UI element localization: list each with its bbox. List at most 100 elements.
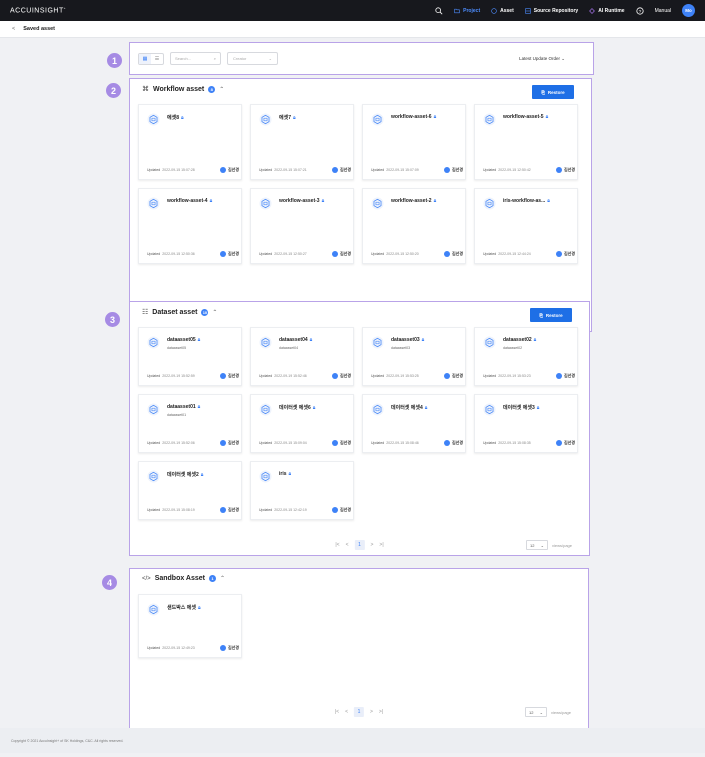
asset-type-icon [371,336,384,349]
folder-icon [454,8,460,13]
card-title[interactable]: 샌드박스 에셋 🔒︎ [167,604,201,611]
card-title[interactable]: dataasset05 🔒︎ [167,337,200,343]
asset-card[interactable]: dataasset05 🔒︎ dataasset05 Updated 2022-09-1… [138,327,242,386]
card-meta: Updated 2022-09-15 15:08:19 김선경 [147,507,239,513]
owner: 김선경 [555,373,575,379]
search-input[interactable]: Search... ⌕ [170,52,221,65]
svg-text:?: ? [638,8,641,14]
search-icon[interactable] [435,6,443,15]
restore-button[interactable]: ⎘ Restore [532,85,574,99]
help-icon[interactable]: ? [635,6,644,15]
owner-name: 김선경 [563,167,575,172]
card-title[interactable]: workflow-asset-3 🔒︎ [279,198,324,204]
owner-name: 김선경 [227,507,239,512]
updated-date: 2022-09-15 12:49:23 [162,646,195,650]
asset-card[interactable]: dataasset04 🔒︎ dataasset04 Updated 2022-09-1… [250,327,354,386]
updated-label: Updated [259,252,273,256]
card-title[interactable]: dataasset02 🔒︎ [503,337,536,343]
asset-card[interactable]: workflow-asset-5 🔒︎ Updated 2022-09-15 12:5… [474,104,578,180]
repository-icon [525,7,531,14]
updated-label: Updated [371,374,385,378]
asset-card[interactable]: iris 🔒︎ Updated 2022-09-15 12:42:19 김선경 [250,461,354,520]
per-page-select[interactable]: 12 ⌄ [524,707,547,717]
card-title[interactable]: workflow-asset-4 🔒︎ [167,198,212,204]
asset-card[interactable]: 데이터셋 에셋6 🔒︎ Updated 2022-09-15 15:09:04 김선경 [250,394,354,453]
owner: 김선경 [219,440,239,446]
current-page[interactable]: 1 [354,707,364,717]
card-title[interactable]: iris-workflow-as... 🔒︎ [503,198,550,204]
next-page-icon[interactable]: > [370,709,373,715]
card-title[interactable]: 데이터셋 에셋2 🔒︎ [167,471,203,478]
current-page[interactable]: 1 [354,540,365,550]
card-title[interactable]: iris 🔒︎ [279,471,291,477]
asset-card[interactable]: 데이터셋 에셋3 🔒︎ Updated 2022-09-15 15:08:35 김선경 [474,394,578,453]
sort-select[interactable]: Latest Update Order ⌄ [519,56,565,62]
nav-ai-runtime[interactable]: AI Runtime [589,8,625,14]
card-title[interactable]: 에셋7 🔒︎ [279,114,296,121]
asset-card[interactable]: 에셋8 🔒︎ Updated 2022-09-15 15:07:28 김선경 [138,104,242,180]
owner: 김선경 [331,167,351,173]
card-title[interactable]: 데이터셋 에셋6 🔒︎ [279,404,315,411]
app-logo[interactable]: ACCUINSIGHT+ [10,6,66,14]
card-meta: Updated 2022-09-15 12:50:42 김선경 [483,167,575,173]
creator-select[interactable]: Creator ⌄ [227,52,278,65]
card-title[interactable]: dataasset04 🔒︎ [279,337,312,343]
first-page-icon[interactable]: |< [335,542,339,548]
user-icon [331,507,338,513]
asset-card[interactable]: workflow-asset-2 🔒︎ Updated 2022-09-15 12:5… [362,188,466,264]
asset-card[interactable]: dataasset03 🔒︎ dataasset03 Updated 2022-09-1… [362,327,466,386]
asset-card[interactable]: dataasset02 🔒︎ dataasset02 Updated 2022-09-1… [474,327,578,386]
per-page-select[interactable]: 12 ⌄ [525,540,548,550]
nav-source-repository[interactable]: Source Repository [525,8,578,14]
card-title[interactable]: workflow-asset-5 🔒︎ [503,114,548,120]
asset-card[interactable]: workflow-asset-4 🔒︎ Updated 2022-09-15 12:5… [138,188,242,264]
grid-view-icon[interactable]: ▦ [139,53,151,64]
owner: 김선경 [331,251,351,257]
back-chevron-icon[interactable]: < [12,26,15,32]
chevron-down-icon: ⌄ [561,55,565,61]
card-meta: Updated 2022-09-19 15:52:06 김선경 [147,440,239,446]
logo-mark: + [63,6,66,11]
top-nav: Project Asset Source Repository AI Runti… [435,4,695,17]
last-page-icon[interactable]: >| [379,709,383,715]
card-title[interactable]: workflow-asset-2 🔒︎ [391,198,436,204]
asset-card[interactable]: iris-workflow-as... 🔒︎ Updated 2022-09-15 1… [474,188,578,264]
last-page-icon[interactable]: >| [379,542,383,548]
asset-card[interactable]: 샌드박스 에셋 🔒︎ Updated 2022-09-15 12:49:23 김선경 [138,594,242,658]
user-avatar[interactable]: Mo [682,4,695,17]
owner: 김선경 [331,440,351,446]
nav-asset[interactable]: Asset [491,8,514,14]
asset-card[interactable]: workflow-asset-6 🔒︎ Updated 2022-09-15 15:0… [362,104,466,180]
nav-project[interactable]: Project [454,8,480,14]
card-title[interactable]: workflow-asset-6 🔒︎ [391,114,436,120]
sort-label: Latest Update Order [519,55,560,61]
pagination: |< < 1 > >| 12 ⌄ views/page [130,540,589,552]
card-title[interactable]: 데이터셋 에셋3 🔒︎ [503,404,539,411]
prev-page-icon[interactable]: < [345,709,348,715]
updated-label: Updated [147,168,161,172]
card-subtitle: dataasset01 [167,413,187,417]
chevron-down-icon: ⌄ [539,709,543,715]
chevron-up-icon[interactable]: ⌃ [219,86,224,93]
card-title[interactable]: dataasset01 🔒︎ [167,404,200,410]
asset-card[interactable]: dataasset01 🔒︎ dataasset01 Updated 2022-09-1… [138,394,242,453]
owner-name: 김선경 [339,507,351,512]
asset-card[interactable]: 데이터셋 에셋2 🔒︎ Updated 2022-09-15 15:08:19 김선경 [138,461,242,520]
manual-link[interactable]: Manual [655,8,671,14]
prev-page-icon[interactable]: < [346,542,349,548]
next-page-icon[interactable]: > [371,542,374,548]
count-badge: 1 [209,575,216,582]
owner-name: 김선경 [339,373,351,378]
asset-card[interactable]: 에셋7 🔒︎ Updated 2022-09-15 15:07:21 김선경 [250,104,354,180]
chevron-up-icon[interactable]: ⌃ [220,575,225,582]
card-title[interactable]: 에셋8 🔒︎ [167,114,184,121]
first-page-icon[interactable]: |< [335,709,339,715]
list-view-icon[interactable]: ☰ [151,54,163,64]
card-title[interactable]: dataasset03 🔒︎ [391,337,424,343]
card-meta: Updated 2022-09-19 15:53:25 김선경 [371,373,463,379]
restore-button[interactable]: ⎘ Restore [530,308,572,322]
card-title[interactable]: 데이터셋 에셋4 🔒︎ [391,404,427,411]
asset-card[interactable]: workflow-asset-3 🔒︎ Updated 2022-09-15 12:5… [250,188,354,264]
asset-card[interactable]: 데이터셋 에셋4 🔒︎ Updated 2022-09-15 15:08:46 김선경 [362,394,466,453]
chevron-up-icon[interactable]: ⌃ [212,309,217,316]
